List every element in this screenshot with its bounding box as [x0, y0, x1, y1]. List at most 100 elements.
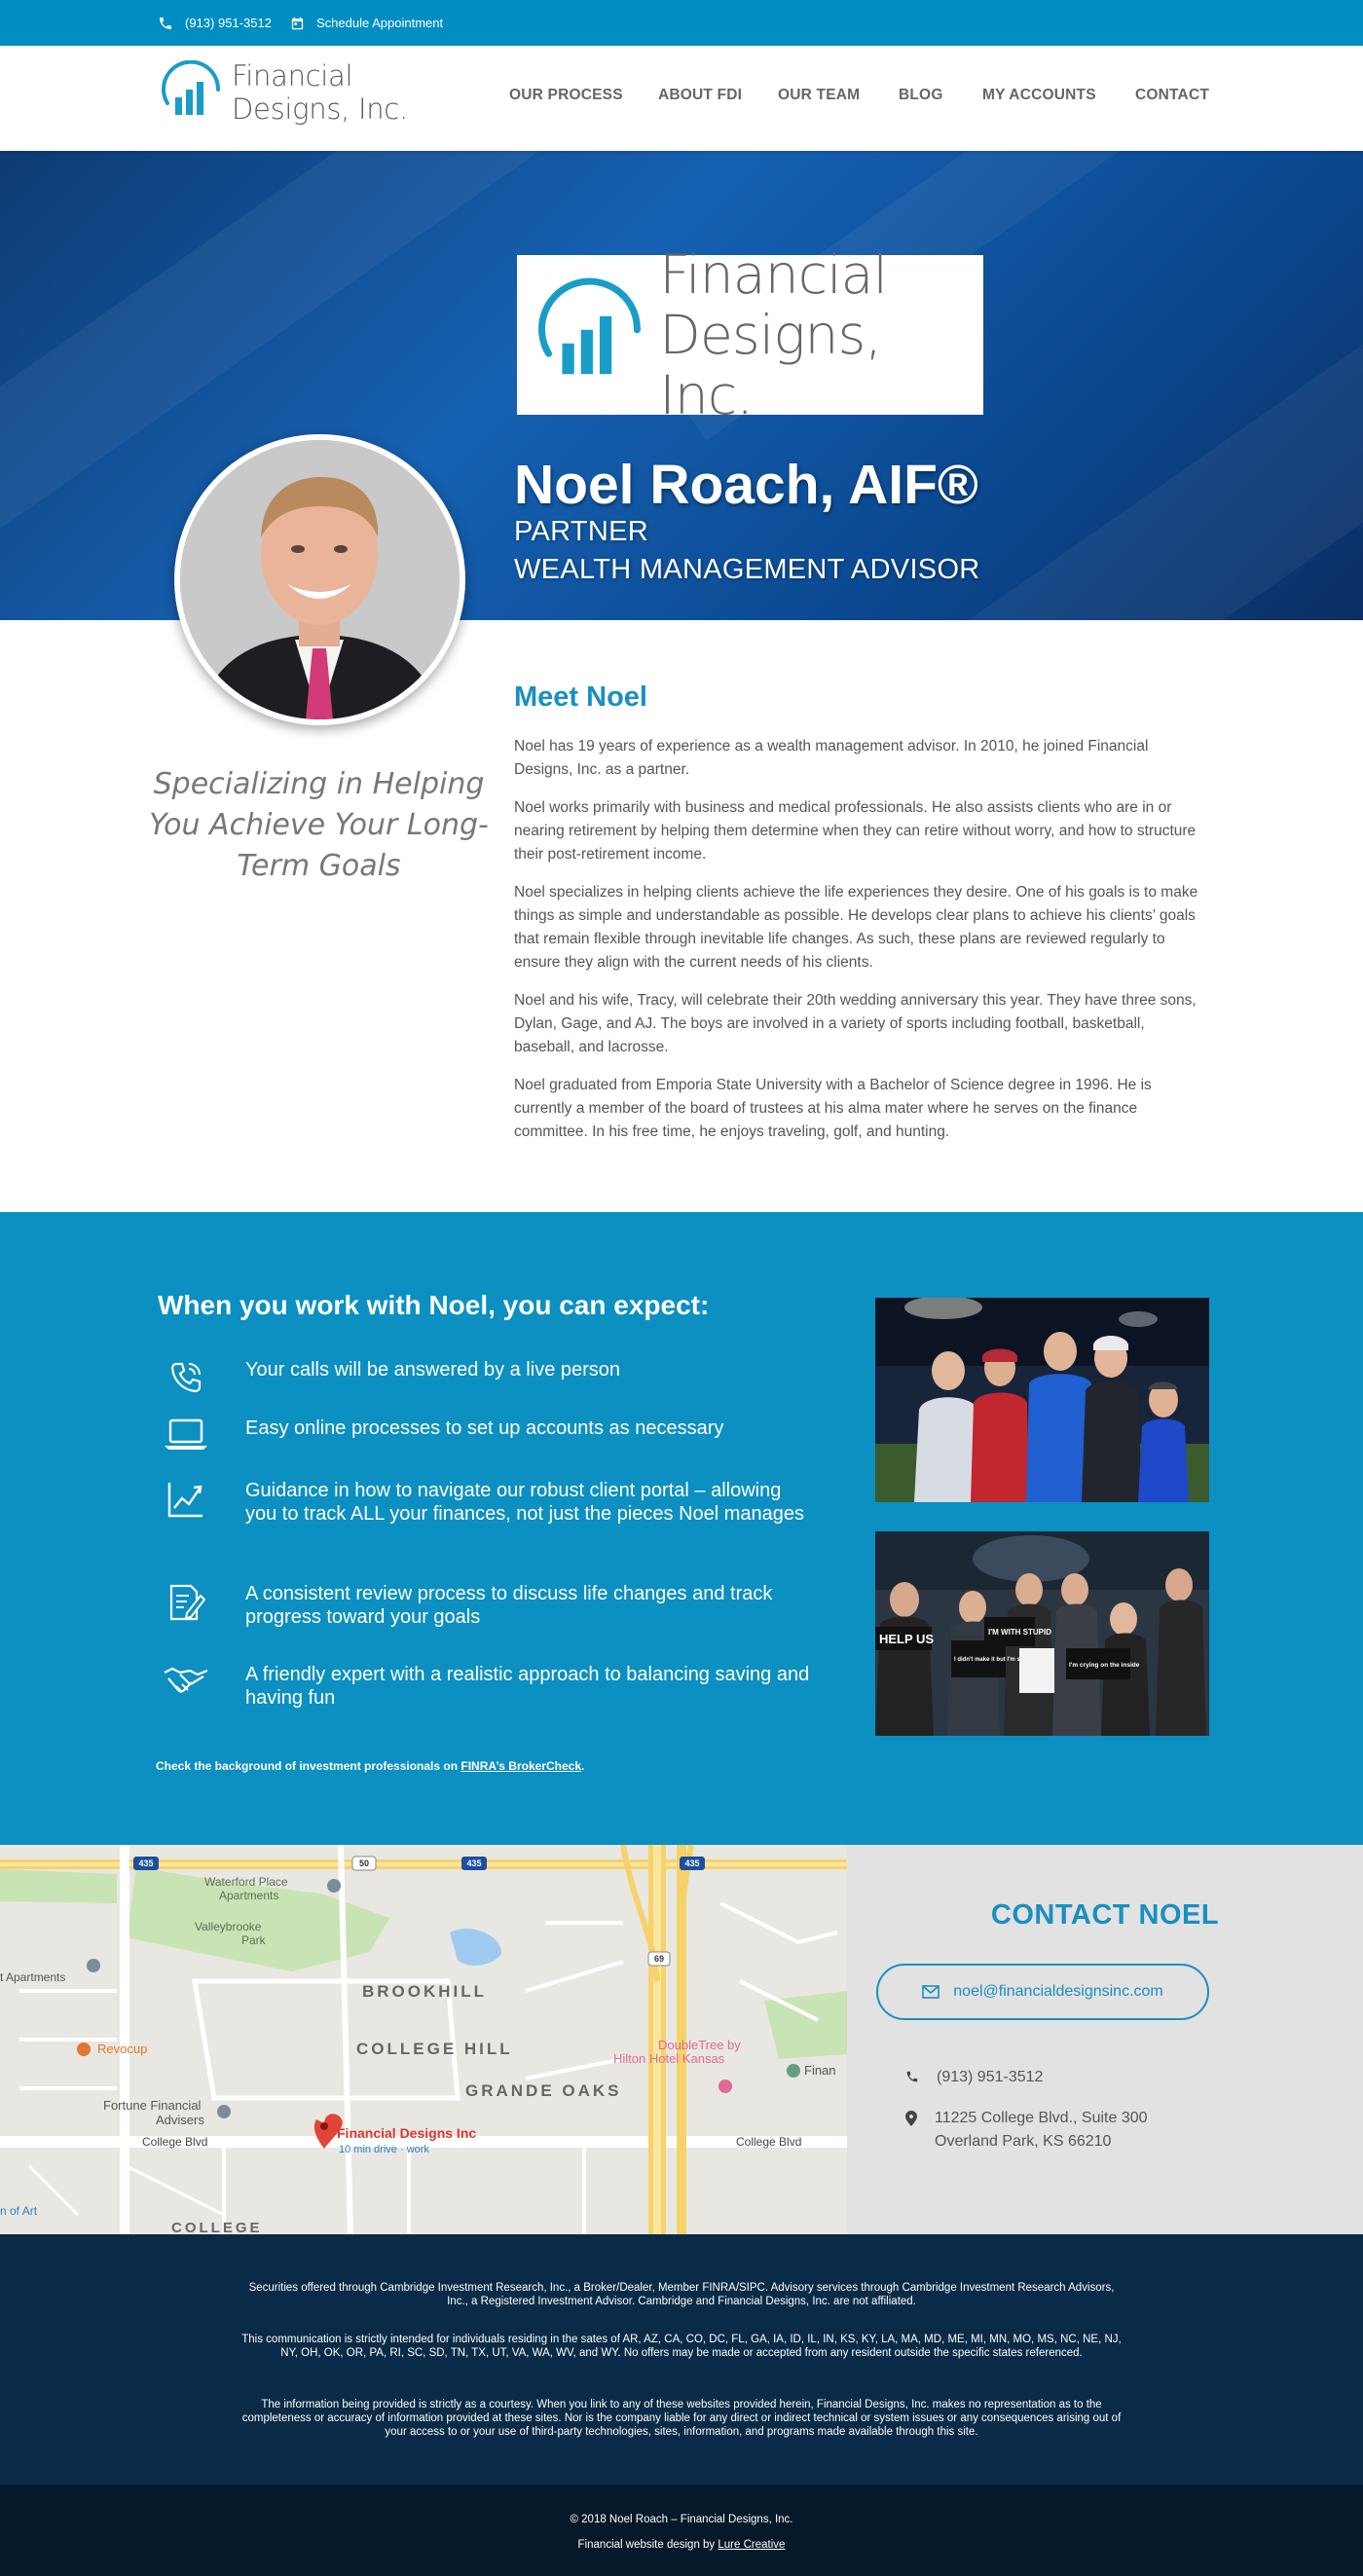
footer-disclosure-2: This communication is strictly intended …	[241, 2334, 1122, 2359]
map-label-brookhill: BROOKHILL	[362, 1982, 487, 2001]
map-label-college-blvd-left: College Blvd	[142, 2135, 207, 2149]
map-marker-icon	[905, 2111, 917, 2126]
sign-crying-inside: I'm crying on the inside	[1069, 1662, 1140, 1669]
advisor-name: Noel Roach, AIF®	[514, 454, 978, 516]
email-button[interactable]: noel@financialdesignsinc.com	[876, 1964, 1209, 2020]
map-label-college-hill: COLLEGE HILL	[356, 2040, 513, 2058]
nav-blog[interactable]: BLOG	[899, 87, 943, 104]
laptop-icon	[165, 1418, 207, 1450]
bio-paragraph: Noel specializes in helping clients achi…	[514, 884, 1198, 971]
map-poi-apartments-icon	[87, 1959, 100, 1972]
handshake-icon	[164, 1667, 208, 1693]
nav-contact[interactable]: CONTACT	[1135, 87, 1209, 104]
map-label-doubletree-1: DoubleTree by	[658, 2038, 741, 2052]
contact-phone[interactable]: (913) 951-3512	[905, 2066, 1043, 2089]
map-poi-finance-icon	[787, 2064, 800, 2078]
site-header: Financial Designs, Inc. OUR PROCESS ABOU…	[0, 46, 1363, 151]
map-label-college-bottom: COLLEGE	[171, 2220, 263, 2234]
map-label-revocup: Revocup	[97, 2042, 147, 2056]
bio-paragraph: Noel has 19 years of experience as a wea…	[514, 738, 1149, 778]
map-label-fortune-2: Advisers	[156, 2113, 204, 2127]
finra-prefix: Check the background of investment profe…	[156, 1759, 461, 1773]
advisor-portrait	[174, 434, 465, 725]
hero-logo-line-2: Designs, Inc.	[659, 304, 882, 426]
contact-phone-text: (913) 951-3512	[937, 2069, 1044, 2085]
logo-line-1: Financial	[232, 59, 353, 92]
map-label-valleybrooke-1: Valleybrooke	[195, 1920, 262, 1933]
family-photo-signs: HELP US I'M WITH STUPID I didn't make it…	[875, 1531, 1209, 1736]
top-bar: (913) 951-3512 Schedule Appointment	[0, 0, 1363, 46]
family-photo-signs-image: HELP US I'M WITH STUPID I didn't make it…	[875, 1531, 1209, 1736]
sign-with-stupid: I'M WITH STUPID	[988, 1628, 1051, 1637]
footer-disclosure-1: Securities offered through Cambridge Inv…	[248, 2282, 1115, 2307]
topbar-phone-link[interactable]: (913) 951-3512	[158, 0, 272, 46]
nav-about-fdi[interactable]: ABOUT FDI	[658, 87, 742, 104]
meet-title: Meet Noel	[514, 681, 647, 713]
map-pin-subtitle: 10 min drive · work	[339, 2144, 429, 2155]
nav-our-process[interactable]: OUR PROCESS	[509, 87, 623, 104]
expect-item: Guidance in how to navigate our robust c…	[158, 1479, 820, 1527]
map-label-waterford-1: Waterford Place	[204, 1875, 288, 1889]
map-label-doubletree-2: Hilton Hotel Kansas	[613, 2051, 725, 2066]
copyright: © 2018 Noel Roach – Financial Designs, I…	[570, 2514, 793, 2525]
expect-item: A consistent review process to discuss l…	[158, 1582, 820, 1631]
map-label-college-blvd-right: College Blvd	[736, 2135, 801, 2149]
expect-text: A friendly expert with a realistic appro…	[245, 1664, 810, 1709]
logo-mark-icon	[162, 60, 221, 115]
expect-text: Guidance in how to navigate our robust c…	[245, 1480, 805, 1525]
map-label-apartments: t Apartments	[0, 1970, 65, 1984]
shield-69: 69	[654, 1954, 664, 1964]
site-logo[interactable]: Financial Designs, Inc.	[158, 59, 408, 126]
contact-address: 11225 College Blvd., Suite 300 Overland …	[905, 2107, 1148, 2153]
map-canvas: 435 50 435 435 69 Waterford Place Apartm…	[0, 1845, 847, 2234]
logo-line-2: Designs, Inc.	[232, 92, 408, 126]
envelope-icon	[922, 1985, 940, 1999]
bio-paragraph: Noel graduated from Emporia State Univer…	[514, 1077, 1152, 1140]
hero-logo-mark-icon	[538, 277, 641, 375]
bottom-bar: © 2018 Noel Roach – Financial Designs, I…	[0, 2484, 1363, 2576]
map-label-fortune: Fortune Financial	[103, 2098, 202, 2113]
document-edit-icon	[169, 1584, 206, 1621]
calendar-icon	[291, 17, 304, 29]
expect-title: When you work with Noel, you can expect:	[158, 1290, 710, 1320]
expect-item: Your calls will be answered by a live pe…	[158, 1358, 820, 1407]
family-photo-baseball	[875, 1298, 1209, 1502]
map-label-waterford-2: Apartments	[219, 1889, 278, 1902]
shield-435-b: 435	[466, 1858, 481, 1868]
map-label-finance: Finan	[804, 2063, 836, 2078]
hero-logo-line-1: Financial	[659, 243, 888, 306]
contact-address-line-2: Overland Park, KS 66210	[935, 2133, 1112, 2150]
meet-section: Meet Noel Noel has 19 years of experienc…	[514, 681, 1205, 1159]
map-label-art: n of Art	[0, 2204, 38, 2218]
expect-text: Easy online processes to set up accounts…	[245, 1417, 724, 1439]
location-map[interactable]: 435 50 435 435 69 Waterford Place Apartm…	[0, 1845, 847, 2234]
bio-paragraph: Noel works primarily with business and m…	[514, 799, 1197, 863]
expect-item: Easy online processes to set up accounts…	[158, 1417, 820, 1465]
nav-my-accounts[interactable]: MY ACCOUNTS	[982, 87, 1096, 104]
lure-creative-link[interactable]: Lure Creative	[718, 2539, 785, 2551]
contact-address-line-1: 11225 College Blvd., Suite 300	[935, 2110, 1148, 2126]
tagline: Specializing in Helping You Achieve Your…	[149, 767, 489, 883]
finra-brokercheck-link[interactable]: FINRA’s BrokerCheck	[460, 1759, 581, 1773]
finra-suffix: .	[581, 1759, 585, 1773]
finra-notice: Check the background of investment profe…	[156, 1759, 584, 1773]
phone-icon	[906, 2071, 918, 2082]
footer-disclosure-3: The information being provided is strict…	[241, 2399, 1122, 2438]
topbar-phone-text: (913) 951-3512	[185, 16, 272, 30]
legal-footer: Securities offered through Cambridge Inv…	[0, 2234, 1363, 2484]
advisor-title-partner: PARTNER	[514, 516, 648, 547]
logo-wordmark: Financial Designs, Inc.	[232, 59, 408, 126]
email-address: noel@financialdesignsinc.com	[953, 1983, 1163, 2000]
shield-435-c: 435	[684, 1858, 699, 1868]
phone-icon	[170, 1362, 202, 1393]
nav-our-team[interactable]: OUR TEAM	[778, 87, 860, 104]
advisor-title-wealth: WEALTH MANAGEMENT ADVISOR	[514, 554, 980, 585]
map-pin-title: Financial Designs Inc	[337, 2125, 476, 2141]
sign-help-us: HELP US	[879, 1632, 934, 1646]
map-poi-revocup-icon	[77, 2042, 91, 2056]
schedule-appointment-link[interactable]: Schedule Appointment	[290, 0, 443, 46]
map-poi-waterford-icon	[327, 1879, 341, 1893]
map-poi-hotel-icon	[718, 2079, 732, 2093]
schedule-appointment-text: Schedule Appointment	[316, 16, 444, 30]
chart-icon	[167, 1483, 203, 1518]
